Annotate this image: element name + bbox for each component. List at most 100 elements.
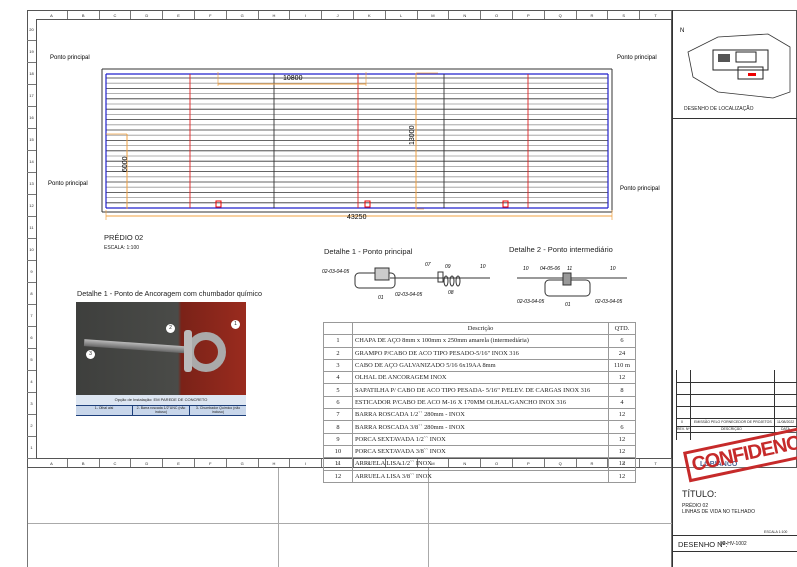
ruler-letter: E <box>163 459 195 467</box>
ruler-letter: H <box>259 459 291 467</box>
ruler-number: 4 <box>27 371 36 393</box>
ruler-number: 9 <box>27 261 36 283</box>
item-quantity: 12 <box>608 444 636 459</box>
dim-6000: 6000 <box>122 156 129 172</box>
d1-callout: 09 <box>445 264 451 270</box>
item-number: 2 <box>323 346 353 360</box>
titulo-label: TÍTULO: <box>682 489 717 499</box>
item-number: 11 <box>323 457 353 471</box>
d2-callout: 11 <box>567 266 572 272</box>
col-num <box>323 321 353 336</box>
item-quantity: 12 <box>608 457 636 471</box>
d1-callout: 02-03-04-05 <box>322 269 349 275</box>
ruler-letter: I <box>290 459 323 467</box>
anchor-point-marker <box>502 200 509 208</box>
item-quantity: 110 m <box>608 358 636 373</box>
ruler-letter: A <box>36 459 68 467</box>
col-descricao: Descrição <box>352 321 609 336</box>
item-description: CHAPA DE AÇO 8mm x 100mm x 250mm amarela… <box>352 334 609 348</box>
d1-callout: 07 <box>425 262 431 268</box>
item-description: ARRUELA LISA 1/2`` INOX <box>352 457 609 471</box>
table-row: 5 SAPATILHA P/ CABO DE ACO TIPO PESADA- 5… <box>323 383 636 397</box>
dim-10800: 10800 <box>283 75 303 82</box>
marker-3: 3 <box>86 350 95 359</box>
item-number: 12 <box>323 469 353 483</box>
item-number: 10 <box>323 444 353 459</box>
item-number: 5 <box>323 383 353 397</box>
table-row: 6 ESTICADOR P/CABO DE ACO M-16 X 170MM OL… <box>323 395 636 410</box>
d2-callout: 01 <box>565 302 571 308</box>
d2-callout: 10 <box>610 266 616 272</box>
anchor-parts: 1- Olhal aisi 2- Barra roscada 1/2"UNC (… <box>76 405 246 416</box>
item-quantity: 12 <box>608 469 636 483</box>
drawing-scale: ESCALA 1:100 <box>764 530 788 534</box>
anchor-point-marker <box>215 200 222 208</box>
anchor-photo: 1 2 3 <box>76 302 246 395</box>
table-row: 7 BARRA ROSCADA 1/2`` 280mm - INOX 12 <box>323 408 636 422</box>
rev-date: 11/08/2022 <box>777 420 795 424</box>
d1-callout: 10 <box>480 264 486 270</box>
revision-table: 0 EMISSÃO PELO FORNECEDOR DE PROJETOS 11… <box>676 370 797 440</box>
location-map: N <box>680 28 791 99</box>
item-description: BARRA ROSCADA 3/8`` 280mm - INOX <box>352 420 609 434</box>
detail2-drawing: 10 04-05-06 11 10 02-03-04-05 01 02-03-0… <box>517 266 627 308</box>
d2-callout: 02-03-04-05 <box>517 299 544 305</box>
d2-callout: 04-05-06 <box>540 266 560 272</box>
dim-43250: 43250 <box>347 214 367 221</box>
item-description: PORCA SEXTAVADA 1/2`` INOX <box>352 432 609 446</box>
item-description: ESTICADOR P/CABO DE ACO M-16 X 170MM OLH… <box>352 395 609 410</box>
table-row: 8 BARRA ROSCADA 3/8`` 280mm - INOX 6 <box>323 420 636 434</box>
svg-text:N: N <box>680 28 684 34</box>
item-quantity: 4 <box>608 395 636 410</box>
table-row: 1 CHAPA DE AÇO 8mm x 100mm x 250mm amarel… <box>323 334 636 348</box>
item-quantity: 6 <box>608 334 636 348</box>
item-description: SAPATILHA P/ CABO DE ACO TIPO PESADA- 5/… <box>352 383 609 397</box>
drawing-number: 02-HV-1002 <box>720 541 747 547</box>
ruler-letter: D <box>131 459 164 467</box>
label-ponto-principal-br: Ponto principal <box>620 186 660 192</box>
item-number: 6 <box>323 395 353 410</box>
d1-callout: 08 <box>448 290 454 296</box>
item-description: BARRA ROSCADA 1/2`` 280mm - INOX <box>352 408 609 422</box>
col-qtd: QTD. <box>608 321 636 336</box>
bill-of-materials: Descrição QTD. 1 CHAPA DE AÇO 8mm x 100mm… <box>323 321 636 483</box>
item-description: CABO DE AÇO GALVANIZADO 5/16 6x19AA 8mm <box>352 358 609 373</box>
item-number: 8 <box>323 420 353 434</box>
item-quantity: 12 <box>608 408 636 422</box>
item-description: ARRUELA LISA 3/8`` INOX <box>352 469 609 483</box>
anchor-part: 3- Chumbador Químico (não incluso) <box>195 406 241 414</box>
ruler-letter: T <box>640 459 672 467</box>
item-quantity: 12 <box>608 371 636 385</box>
rev-header: DESCRIÇÃO <box>721 427 742 431</box>
item-number: 9 <box>323 432 353 446</box>
table-row: 11 ARRUELA LISA 1/2`` INOX 12 <box>323 457 636 471</box>
detail1-drawing: 02-03-04-05 07 09 10 01 02-03-04-05 08 <box>322 262 490 301</box>
table-row: 10 PORCA SEXTAVADA 3/8`` INOX 12 <box>323 444 636 459</box>
ruler-number: 8 <box>27 283 36 305</box>
ruler-number: 5 <box>27 349 36 371</box>
item-quantity: 12 <box>608 432 636 446</box>
item-description: PORCA SEXTAVADA 3/8`` INOX <box>352 444 609 459</box>
d1-callout: 02-03-04-05 <box>395 292 422 298</box>
detail1-title: Detalhe 1 - Ponto principal <box>324 247 413 256</box>
item-number: 4 <box>323 371 353 385</box>
item-number: 3 <box>323 358 353 373</box>
marker-2: 2 <box>166 324 175 333</box>
title-line2: LINHAS DE VIDA NO TELHADO <box>682 509 755 515</box>
ruler-number: 6 <box>27 327 36 349</box>
ruler-letter: B <box>68 459 100 467</box>
detail2-title: Detalhe 2 - Ponto intermediário <box>509 245 613 254</box>
rev-num: 0 <box>681 420 683 424</box>
table-row: 2 GRAMPO P/CABO DE ACO TIPO PESADO-5/16" … <box>323 346 636 360</box>
ruler-letter: G <box>227 459 259 467</box>
roof-plan: Ponto principal Ponto principal Ponto pr… <box>48 55 660 221</box>
item-number: 1 <box>323 334 353 348</box>
marker-1: 1 <box>231 320 240 329</box>
ruler-number: 1 <box>27 437 36 459</box>
item-number: 7 <box>323 408 353 422</box>
rev-header: REV. Nº <box>677 427 690 431</box>
d2-callout: 10 <box>523 266 529 272</box>
table-row: 3 CABO DE AÇO GALVANIZADO 5/16 6x19AA 8mm… <box>323 358 636 373</box>
label-ponto-principal-tl: Ponto principal <box>50 55 90 61</box>
ruler-number: 2 <box>27 415 36 437</box>
